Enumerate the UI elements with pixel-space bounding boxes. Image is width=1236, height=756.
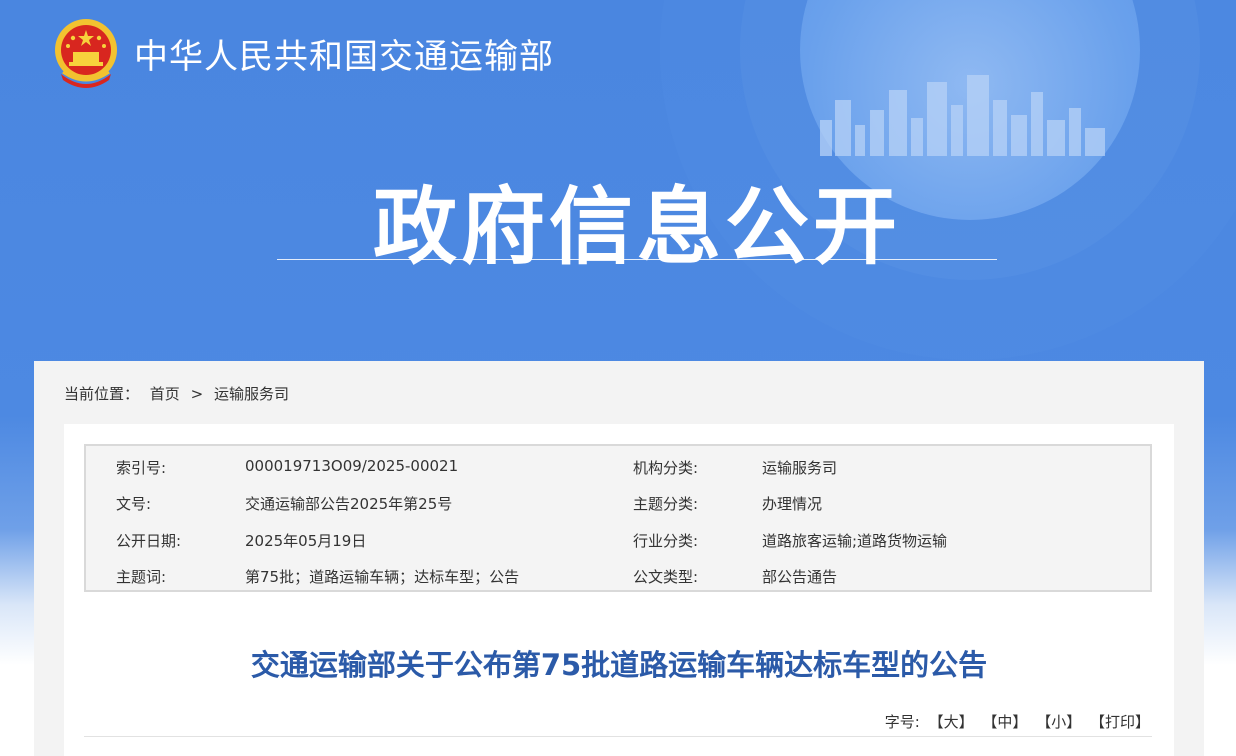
meta-doc-label: 文号: — [116, 495, 152, 513]
meta-date-label: 公开日期: — [116, 532, 182, 550]
section-title: 政府信息公开 — [372, 178, 901, 276]
font-size-small-button[interactable]: 【小】 — [1036, 713, 1081, 731]
meta-doc-value: 交通运输部公告2025年第25号 — [245, 495, 453, 513]
city-skyline-icon — [820, 75, 1105, 156]
meta-type-label: 公文类型: — [633, 568, 699, 586]
breadcrumb-separator: > — [190, 385, 204, 403]
font-size-label: 字号: — [884, 713, 920, 731]
meta-index-value: 000019713O09/2025-00021 — [245, 457, 459, 475]
main-panel: 当前位置： 首页 > 运输服务司 索引号: 000019713O09/2025-… — [34, 361, 1204, 756]
meta-topic-value: 办理情况 — [762, 495, 823, 513]
meta-index-label: 索引号: — [116, 459, 167, 477]
font-size-large-button[interactable]: 【大】 — [929, 713, 974, 731]
breadcrumb: 当前位置： 首页 > 运输服务司 — [64, 383, 295, 404]
content-divider — [84, 736, 1152, 737]
article-title: 交通运输部关于公布第75批道路运输车辆达标车型的公告 — [250, 648, 988, 682]
breadcrumb-department-link[interactable]: 运输服务司 — [214, 385, 289, 403]
meta-industry-value: 道路旅客运输;道路货物运输 — [762, 532, 948, 550]
meta-industry-label: 行业分类: — [633, 532, 699, 550]
font-size-medium-button[interactable]: 【中】 — [982, 713, 1027, 731]
document-metadata-table: 索引号: 000019713O09/2025-00021 机构分类: 运输服务司… — [84, 444, 1152, 592]
title-underline — [277, 259, 997, 260]
breadcrumb-label: 当前位置： — [64, 385, 140, 403]
print-button[interactable]: 【打印】 — [1090, 713, 1150, 731]
meta-date-value: 2025年05月19日 — [245, 532, 367, 550]
content-area: 索引号: 000019713O09/2025-00021 机构分类: 运输服务司… — [64, 424, 1174, 756]
breadcrumb-home-link[interactable]: 首页 — [150, 385, 180, 403]
meta-topic-label: 主题分类: — [633, 495, 699, 513]
font-size-controls: 字号: 【大】 【中】 【小】 【打印】 — [881, 711, 1150, 732]
meta-org-label: 机构分类: — [633, 459, 699, 477]
national-emblem-icon — [55, 19, 117, 88]
meta-type-value: 部公告通告 — [762, 568, 838, 586]
meta-org-value: 运输服务司 — [762, 459, 838, 477]
meta-keywords-label: 主题词: — [116, 568, 167, 586]
meta-keywords-value: 第75批；道路运输车辆；达标车型；公告 — [245, 568, 520, 586]
ministry-name: 中华人民共和国交通运输部 — [134, 37, 554, 77]
